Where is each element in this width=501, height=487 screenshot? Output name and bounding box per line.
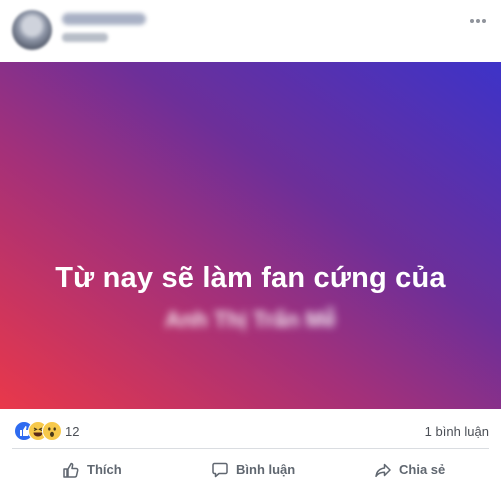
comment-count[interactable]: 1 bình luận — [425, 424, 489, 439]
like-button-label: Thích — [87, 462, 122, 477]
divider — [12, 448, 489, 449]
post-background-card: Từ nay sẽ làm fan cứng của Anh Thị Trấn … — [0, 62, 501, 409]
post-header — [0, 0, 501, 62]
author-name-redacted[interactable] — [62, 13, 146, 25]
comment-button[interactable]: Bình luận — [211, 452, 295, 487]
comment-button-label: Bình luận — [236, 462, 296, 477]
reaction-count[interactable]: 12 — [65, 424, 79, 439]
share-arrow-icon — [374, 461, 392, 479]
post-text-line-2-redacted: Anh Thị Trấn Mễ — [164, 307, 337, 332]
like-button[interactable]: Thích — [62, 452, 122, 487]
wow-icon — [42, 421, 62, 441]
post-text-line-1: Từ nay sẽ làm fan cứng của — [55, 262, 446, 294]
thumbs-up-icon — [62, 461, 80, 479]
share-button-label: Chia sẻ — [399, 462, 446, 477]
avatar[interactable] — [12, 10, 52, 50]
share-button[interactable]: Chia sẻ — [374, 452, 445, 487]
post-timestamp-redacted[interactable] — [62, 33, 108, 42]
action-bar: Thích Bình luận Chia sẻ — [0, 452, 501, 487]
comment-bubble-icon — [211, 461, 229, 479]
more-options-icon[interactable] — [467, 14, 489, 28]
